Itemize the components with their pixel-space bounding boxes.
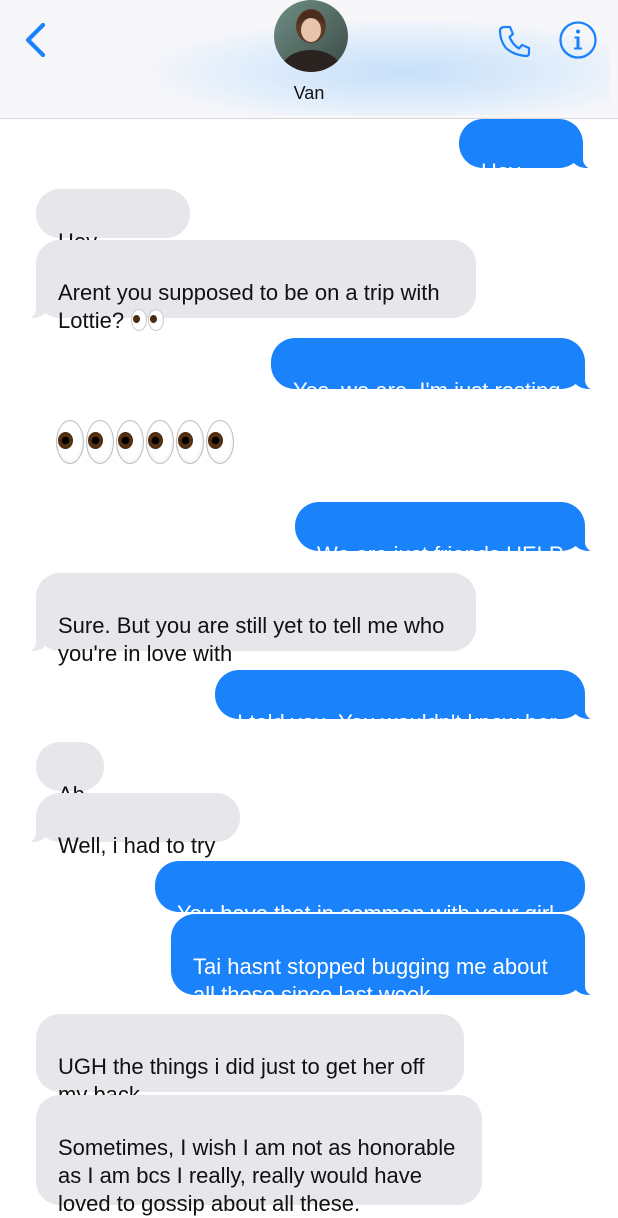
message-bubble-incoming[interactable]: Hey Jackie! xyxy=(36,189,190,282)
message-bubble-outgoing[interactable]: Tai hasnt stopped bugging me about all t… xyxy=(171,914,602,1007)
message-bubble-incoming[interactable]: Well, i had to try xyxy=(19,793,240,858)
message-thread: Hey Van Hey Jackie! Arent you supposed t… xyxy=(0,0,618,1216)
message-text: Hey Van xyxy=(481,159,521,212)
eyes-emoji xyxy=(86,420,114,464)
message-text: We are just friends HELP xyxy=(317,542,564,567)
eyes-emoji xyxy=(176,420,204,464)
eyes-emoji xyxy=(116,420,144,464)
message-text: Tai hasnt stopped bugging me about all t… xyxy=(193,954,548,1007)
message-bubble-incoming[interactable]: Sometimes, I wish I am not as honorable … xyxy=(36,1095,482,1216)
message-bubble-outgoing[interactable]: You have that in common with your girl xyxy=(155,861,585,926)
message-bubble-outgoing[interactable]: Yes, we are. I'm just resting xyxy=(271,338,602,403)
message-bubble-incoming[interactable]: Sure. But you are still yet to tell me w… xyxy=(19,573,476,666)
message-text: Sure. But you are still yet to tell me w… xyxy=(58,613,445,666)
message-bubble-incoming[interactable]: UGH the things i did just to get her off… xyxy=(36,1014,464,1107)
message-text: Well, i had to try xyxy=(58,833,216,858)
message-bubble-outgoing[interactable]: We are just friends HELP xyxy=(295,502,602,567)
message-text: Yes, we are. I'm just resting xyxy=(293,378,561,403)
message-bubble-outgoing[interactable]: I told you. You wouldn't know her xyxy=(215,670,602,735)
message-text: I told you. You wouldn't know her xyxy=(237,710,557,735)
eyes-emoji xyxy=(130,308,165,333)
message-text: Sometimes, I wish I am not as honorable … xyxy=(58,1135,456,1216)
message-bubble-incoming[interactable]: Ah xyxy=(36,742,104,807)
message-bubble-incoming[interactable]: Arent you supposed to be on a trip with … xyxy=(19,240,476,333)
message-bubble-outgoing[interactable]: Hey Van xyxy=(459,119,600,212)
eyes-emoji xyxy=(56,420,84,464)
eyes-emoji xyxy=(146,420,174,464)
eyes-emoji xyxy=(206,420,234,464)
message-text: Arent you supposed to be on a trip with … xyxy=(58,280,440,333)
